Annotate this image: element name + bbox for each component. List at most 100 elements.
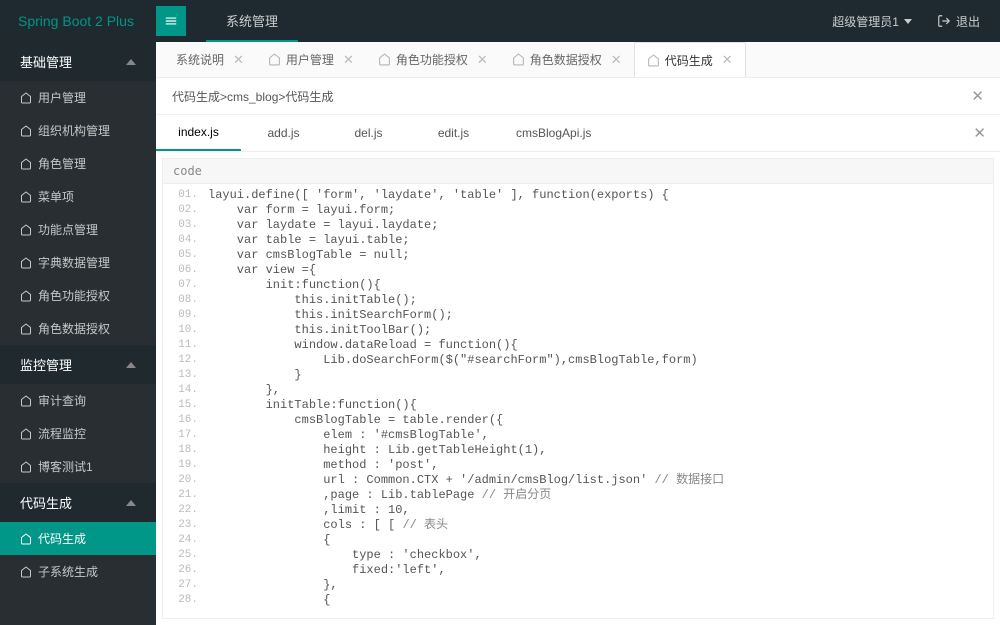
page-tab[interactable]: 代码生成✕ [634, 42, 746, 77]
home-icon [20, 290, 32, 302]
sidebar-item-label: 字典数据管理 [38, 254, 110, 271]
page-tab[interactable]: 角色功能授权 ✕ [366, 42, 500, 77]
line-number: 28. [163, 593, 208, 608]
sidebar-item[interactable]: 子系统生成 [0, 555, 156, 588]
line-number: 22. [163, 503, 208, 518]
tab-close-icon[interactable]: ✕ [722, 52, 733, 68]
sidebar-item[interactable]: 组织机构管理 [0, 114, 156, 147]
sidebar-item[interactable]: 博客测试1 [0, 450, 156, 483]
code-line: 25. type : 'checkbox', [163, 548, 993, 563]
code-line: 15. initTable:function(){ [163, 398, 993, 413]
code-text: initTable:function(){ [208, 398, 993, 413]
sidebar-group-basic[interactable]: 基础管理 [0, 42, 156, 81]
sidebar-item[interactable]: 角色管理 [0, 147, 156, 180]
user-menu[interactable]: 超级管理员1 [832, 13, 912, 30]
code-line: 28. { [163, 593, 993, 608]
sidebar-group-monitor[interactable]: 监控管理 [0, 345, 156, 384]
sidebar-item-label: 菜单项 [38, 188, 74, 205]
code-text: cmsBlogTable = table.render({ [208, 413, 993, 428]
code-text: { [208, 593, 993, 608]
page-tabs: 系统说明✕用户管理✕角色功能授权✕角色数据授权✕代码生成✕ [156, 42, 1000, 78]
file-tab[interactable]: add.js [241, 116, 326, 150]
sidebar-item[interactable]: 字典数据管理 [0, 246, 156, 279]
code-text: this.initTable(); [208, 293, 993, 308]
tab-close-icon[interactable]: ✕ [233, 52, 244, 68]
logout-icon [937, 14, 951, 28]
home-icon [20, 257, 32, 269]
code-text: }, [208, 578, 993, 593]
line-number: 12. [163, 353, 208, 368]
page-tab[interactable]: 系统说明 ✕ [164, 42, 256, 77]
sidebar-item-label: 审计查询 [38, 392, 86, 409]
home-icon [20, 158, 32, 170]
close-filetabs-button[interactable]: ✕ [973, 124, 986, 142]
code-line: 05. var cmsBlogTable = null; [163, 248, 993, 263]
home-icon [20, 533, 32, 545]
code-line: 04. var table = layui.table; [163, 233, 993, 248]
file-tab[interactable]: edit.js [411, 116, 496, 150]
file-tab[interactable]: del.js [326, 116, 411, 150]
line-number: 11. [163, 338, 208, 353]
code-area: 01.layui.define([ 'form', 'laydate', 'ta… [163, 184, 993, 612]
line-number: 19. [163, 458, 208, 473]
home-icon [20, 92, 32, 104]
code-line: 11. window.dataReload = function(){ [163, 338, 993, 353]
line-number: 05. [163, 248, 208, 263]
line-number: 21. [163, 488, 208, 503]
username-label: 超级管理员1 [832, 13, 899, 30]
sidebar-item[interactable]: 代码生成 [0, 522, 156, 555]
app-header: Spring Boot 2 Plus 系统管理 超级管理员1 退出 [0, 0, 1000, 42]
sidebar-item[interactable]: 功能点管理 [0, 213, 156, 246]
line-number: 24. [163, 533, 208, 548]
header-right: 超级管理员1 退出 [832, 13, 1000, 30]
sidebar: 基础管理 用户管理组织机构管理角色管理菜单项功能点管理字典数据管理角色功能授权角… [0, 42, 156, 625]
line-number: 27. [163, 578, 208, 593]
code-text: var view ={ [208, 263, 993, 278]
line-number: 02. [163, 203, 208, 218]
sidebar-item[interactable]: 角色功能授权 [0, 279, 156, 312]
tab-close-icon[interactable]: ✕ [477, 52, 488, 68]
home-icon [268, 53, 281, 66]
tab-label: 角色功能授权 [396, 51, 468, 68]
code-line: 10. this.initToolBar(); [163, 323, 993, 338]
sidebar-item[interactable]: 菜单项 [0, 180, 156, 213]
sidebar-item[interactable]: 角色数据授权 [0, 312, 156, 345]
tab-label: 系统说明 [176, 51, 224, 68]
sidebar-toggle-button[interactable] [156, 6, 186, 36]
sidebar-item[interactable]: 审计查询 [0, 384, 156, 417]
close-panel-button[interactable]: ✕ [971, 87, 984, 105]
sidebar-item-label: 用户管理 [38, 89, 86, 106]
sidebar-item-label: 角色管理 [38, 155, 86, 172]
sidebar-item[interactable]: 用户管理 [0, 81, 156, 114]
line-number: 03. [163, 218, 208, 233]
home-icon [20, 125, 32, 137]
line-number: 08. [163, 293, 208, 308]
brand-logo: Spring Boot 2 Plus [0, 13, 156, 29]
code-text: this.initToolBar(); [208, 323, 993, 338]
sidebar-item[interactable]: 流程监控 [0, 417, 156, 450]
code-line: 09. this.initSearchForm(); [163, 308, 993, 323]
code-text: type : 'checkbox', [208, 548, 993, 563]
line-number: 23. [163, 518, 208, 533]
sidebar-group-codegen[interactable]: 代码生成 [0, 483, 156, 522]
line-number: 14. [163, 383, 208, 398]
top-nav-tab[interactable]: 系统管理 [206, 0, 298, 42]
code-line: 16. cmsBlogTable = table.render({ [163, 413, 993, 428]
code-text: var laydate = layui.laydate; [208, 218, 993, 233]
page-tab[interactable]: 用户管理✕ [256, 42, 366, 77]
tab-close-icon[interactable]: ✕ [343, 52, 354, 68]
page-tab[interactable]: 角色数据授权✕ [500, 42, 634, 77]
home-icon [20, 428, 32, 440]
code-text: var table = layui.table; [208, 233, 993, 248]
line-number: 18. [163, 443, 208, 458]
tab-close-icon[interactable]: ✕ [611, 52, 622, 68]
code-viewer: code 01.layui.define([ 'form', 'laydate'… [162, 158, 994, 619]
file-tab[interactable]: index.js [156, 115, 241, 151]
collapse-icon [126, 362, 136, 368]
logout-button[interactable]: 退出 [937, 13, 980, 30]
code-line: 20. url : Common.CTX + '/admin/cmsBlog/l… [163, 473, 993, 488]
code-line: 18. height : Lib.getTableHeight(1), [163, 443, 993, 458]
code-text: var form = layui.form; [208, 203, 993, 218]
file-tab[interactable]: cmsBlogApi.js [496, 116, 611, 150]
code-text: var cmsBlogTable = null; [208, 248, 993, 263]
